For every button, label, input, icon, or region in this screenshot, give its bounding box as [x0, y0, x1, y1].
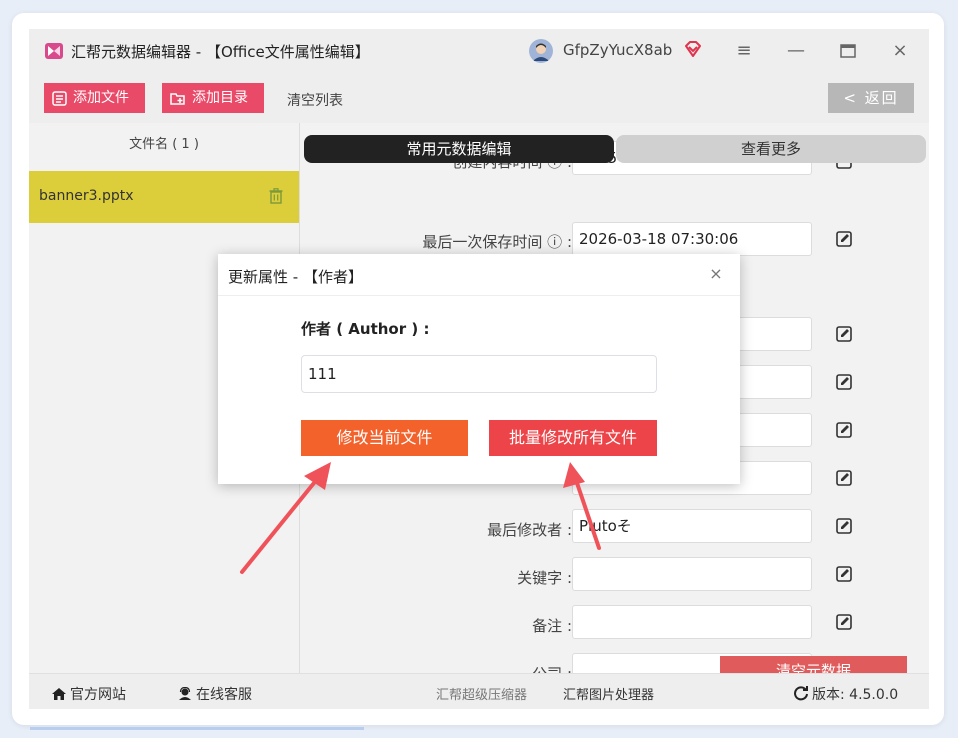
dialog-close-icon[interactable]: ×: [706, 264, 726, 284]
title-bar: 汇帮元数据编辑器 - 【Office文件属性编辑】 GfpZyYucX8ab ≡…: [29, 29, 929, 73]
file-list-header: 文件名 ( 1 ): [129, 137, 199, 152]
last-saved-label: 最后一次保存时间 ⓘ :: [422, 233, 572, 251]
frame-scroll-indicator: [30, 727, 364, 730]
clear-metadata-button[interactable]: 清空元数据: [720, 656, 907, 673]
dialog-divider: [218, 295, 740, 296]
edit-icon[interactable]: [836, 566, 852, 582]
batch-modify-all-files-button[interactable]: 批量修改所有文件: [489, 420, 657, 456]
status-bar: 官方网站 在线客服 汇帮超级压缩器 汇帮图片处理器 版本: 4.5.0.0: [29, 673, 929, 709]
refresh-icon: [794, 686, 808, 701]
window-title: 汇帮元数据编辑器 - 【Office文件属性编辑】: [71, 43, 370, 61]
compressor-link[interactable]: 汇帮超级压缩器: [436, 684, 527, 703]
tab-common-metadata[interactable]: 常用元数据编辑: [304, 135, 614, 163]
maximize-button[interactable]: [835, 39, 861, 63]
keywords-input[interactable]: [572, 557, 812, 591]
edit-icon[interactable]: [836, 614, 852, 630]
app-logo-icon: [45, 43, 63, 59]
edit-icon[interactable]: [836, 518, 852, 534]
support-agent-icon: [179, 686, 191, 700]
online-support-label: 在线客服: [196, 687, 252, 703]
file-list-item[interactable]: banner3.pptx: [29, 171, 299, 223]
user-name[interactable]: GfpZyYucX8ab: [563, 41, 672, 59]
dialog-title: 更新属性 - 【作者】: [228, 268, 363, 286]
modify-current-file-button[interactable]: 修改当前文件: [301, 420, 468, 456]
online-support-link[interactable]: 在线客服: [177, 684, 252, 704]
add-file-button[interactable]: 添加文件: [44, 83, 145, 113]
comments-label: 备注 :: [532, 617, 572, 635]
add-folder-icon: [170, 92, 185, 105]
author-field-label: 作者 ( Author ) :: [301, 320, 430, 338]
last-modified-by-label: 最后修改者 :: [487, 521, 572, 539]
file-name: banner3.pptx: [39, 188, 134, 204]
user-avatar[interactable]: [529, 39, 553, 63]
file-list-icon: [52, 90, 67, 106]
trash-icon[interactable]: [269, 188, 283, 204]
last-saved-input[interactable]: 2026-03-18 07:30:06: [572, 222, 812, 256]
official-website-label: 官方网站: [70, 687, 126, 703]
add-directory-button[interactable]: 添加目录: [162, 83, 264, 113]
tab-view-more[interactable]: 查看更多: [616, 135, 926, 163]
comments-input[interactable]: [572, 605, 812, 639]
avatar-icon: [529, 39, 553, 63]
edit-icon[interactable]: [836, 231, 852, 247]
vip-diamond-icon[interactable]: [683, 39, 703, 59]
keywords-label: 关键字 :: [517, 569, 572, 587]
company-label: 公司 :: [532, 663, 572, 673]
last-modified-by-input[interactable]: Plutoそ: [572, 509, 812, 543]
add-directory-label: 添加目录: [192, 90, 248, 106]
maximize-icon: [840, 44, 856, 58]
official-website-link[interactable]: 官方网站: [51, 684, 126, 704]
close-button[interactable]: ×: [887, 39, 913, 63]
home-icon: [52, 688, 66, 700]
update-property-dialog: 更新属性 - 【作者】 × 作者 ( Author ) : 111 修改当前文件…: [218, 254, 740, 484]
menu-button[interactable]: ≡: [731, 39, 757, 63]
edit-icon[interactable]: [836, 374, 852, 390]
toolbar: 添加文件 添加目录 清空列表 < 返回: [29, 73, 929, 123]
author-input[interactable]: 111: [301, 355, 657, 393]
back-button[interactable]: < 返回: [828, 83, 914, 113]
image-tool-link[interactable]: 汇帮图片处理器: [563, 684, 654, 703]
edit-icon[interactable]: [836, 422, 852, 438]
version-info[interactable]: 版本: 4.5.0.0: [793, 684, 898, 704]
clear-list-button[interactable]: 清空列表: [287, 90, 343, 110]
edit-icon[interactable]: [836, 326, 852, 342]
add-file-label: 添加文件: [73, 90, 129, 106]
edit-icon[interactable]: [836, 470, 852, 486]
minimize-button[interactable]: —: [783, 39, 809, 63]
version-label: 版本: 4.5.0.0: [812, 687, 899, 703]
